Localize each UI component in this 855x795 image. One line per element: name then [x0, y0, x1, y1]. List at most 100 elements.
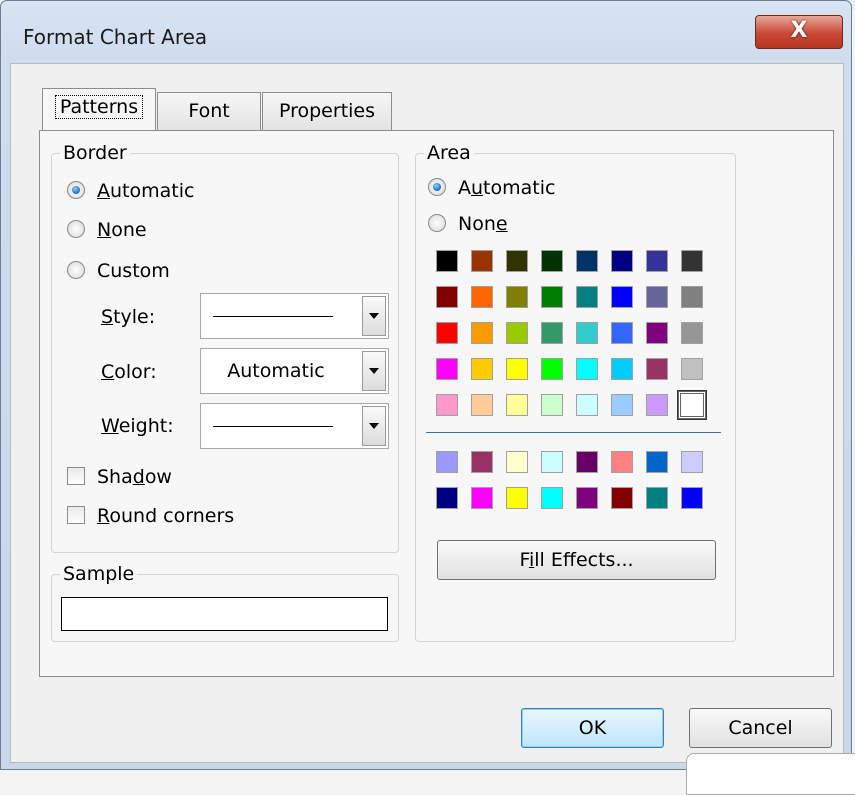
area-group-label: Area	[424, 142, 474, 164]
chart-color-swatch[interactable]	[681, 487, 703, 509]
round-corners-label: Round corners	[97, 505, 235, 527]
checkbox-indicator[interactable]	[67, 467, 85, 485]
chart-color-swatch[interactable]	[471, 487, 493, 509]
color-swatch[interactable]	[541, 358, 563, 380]
area-group: Area Automatic None Fill Effects...	[415, 142, 736, 642]
color-swatch[interactable]	[541, 394, 563, 416]
close-button[interactable]: X	[755, 15, 843, 49]
color-dropdown[interactable]: Automatic	[200, 348, 389, 394]
border-automatic-label: Automatic	[97, 180, 195, 202]
color-swatch[interactable]	[506, 394, 528, 416]
color-swatch[interactable]	[611, 394, 633, 416]
color-swatch[interactable]	[681, 250, 703, 272]
color-swatch[interactable]	[541, 250, 563, 272]
color-swatch[interactable]	[436, 322, 458, 344]
chart-color-swatch[interactable]	[681, 451, 703, 473]
weight-dropdown[interactable]	[200, 403, 389, 449]
color-swatch[interactable]	[646, 286, 668, 308]
chart-color-swatch[interactable]	[436, 451, 458, 473]
color-swatch[interactable]	[541, 322, 563, 344]
sample-preview	[61, 597, 388, 631]
color-swatch[interactable]	[506, 358, 528, 380]
color-label: Color:	[101, 361, 157, 383]
color-swatch[interactable]	[611, 322, 633, 344]
chart-color-swatch[interactable]	[541, 487, 563, 509]
area-none-label: None	[458, 213, 508, 235]
dialog-client-area: Patterns Font Properties Border Automati…	[10, 63, 844, 763]
color-swatch[interactable]	[677, 390, 707, 420]
fill-effects-button[interactable]: Fill Effects...	[437, 540, 716, 580]
ok-button[interactable]: OK	[521, 708, 664, 748]
tab-properties[interactable]: Properties	[262, 92, 392, 130]
radio-indicator[interactable]	[428, 214, 446, 232]
chart-color-swatch[interactable]	[576, 451, 598, 473]
border-group-label: Border	[60, 142, 130, 164]
color-swatch[interactable]	[436, 286, 458, 308]
border-group: Border Automatic None Custom Style: Colo…	[51, 142, 399, 553]
tab-patterns-label: Patterns	[54, 95, 144, 119]
sample-group: Sample	[51, 563, 399, 642]
color-swatch[interactable]	[646, 358, 668, 380]
chevron-down-icon[interactable]	[362, 406, 386, 446]
chart-color-swatch[interactable]	[611, 451, 633, 473]
color-swatch[interactable]	[611, 358, 633, 380]
weight-label: Weight:	[101, 415, 174, 437]
color-swatch[interactable]	[576, 322, 598, 344]
chart-color-swatch[interactable]	[646, 487, 668, 509]
tab-font[interactable]: Font	[157, 92, 261, 130]
chart-color-swatch[interactable]	[436, 487, 458, 509]
color-swatch[interactable]	[436, 358, 458, 380]
background-window-corner	[686, 753, 855, 795]
color-swatch[interactable]	[436, 394, 458, 416]
color-swatch[interactable]	[471, 394, 493, 416]
title-bar[interactable]: Format Chart Area X	[1, 1, 851, 63]
chart-color-swatch[interactable]	[611, 487, 633, 509]
chart-color-swatch[interactable]	[576, 487, 598, 509]
radio-indicator[interactable]	[67, 220, 85, 238]
color-swatch[interactable]	[681, 358, 703, 380]
area-automatic-label: Automatic	[458, 177, 556, 199]
radio-indicator[interactable]	[428, 178, 446, 196]
color-swatch[interactable]	[576, 250, 598, 272]
color-swatch[interactable]	[681, 286, 703, 308]
chart-color-swatch[interactable]	[506, 451, 528, 473]
color-swatch[interactable]	[611, 250, 633, 272]
line-weight-preview	[213, 426, 333, 427]
radio-indicator[interactable]	[67, 261, 85, 279]
chart-color-swatch[interactable]	[506, 487, 528, 509]
color-dropdown-value: Automatic	[227, 360, 325, 382]
chart-color-swatch[interactable]	[646, 451, 668, 473]
shadow-label: Shadow	[97, 466, 172, 488]
color-swatch[interactable]	[471, 286, 493, 308]
color-swatch[interactable]	[541, 286, 563, 308]
tab-patterns[interactable]: Patterns	[42, 88, 156, 130]
style-label: Style:	[101, 306, 156, 328]
color-swatch[interactable]	[646, 322, 668, 344]
border-custom-label: Custom	[97, 260, 170, 282]
chevron-down-icon[interactable]	[362, 296, 386, 336]
dialog-title: Format Chart Area	[23, 25, 208, 49]
color-swatch[interactable]	[681, 322, 703, 344]
style-dropdown[interactable]	[200, 293, 389, 339]
checkbox-indicator[interactable]	[67, 506, 85, 524]
color-swatch[interactable]	[576, 394, 598, 416]
sample-group-label: Sample	[60, 563, 138, 585]
color-swatch[interactable]	[506, 250, 528, 272]
cancel-button[interactable]: Cancel	[689, 708, 832, 748]
radio-indicator[interactable]	[67, 181, 85, 199]
chart-color-swatch[interactable]	[471, 451, 493, 473]
format-chart-area-dialog: Format Chart Area X Patterns Font Proper…	[0, 0, 852, 770]
color-swatch[interactable]	[471, 358, 493, 380]
color-swatch[interactable]	[471, 250, 493, 272]
color-swatch[interactable]	[436, 250, 458, 272]
color-swatch[interactable]	[506, 322, 528, 344]
color-swatch[interactable]	[646, 250, 668, 272]
color-swatch[interactable]	[646, 394, 668, 416]
color-swatch[interactable]	[506, 286, 528, 308]
chevron-down-icon[interactable]	[362, 351, 386, 391]
color-swatch[interactable]	[576, 358, 598, 380]
color-swatch[interactable]	[471, 322, 493, 344]
color-swatch[interactable]	[611, 286, 633, 308]
chart-color-swatch[interactable]	[541, 451, 563, 473]
color-swatch[interactable]	[576, 286, 598, 308]
